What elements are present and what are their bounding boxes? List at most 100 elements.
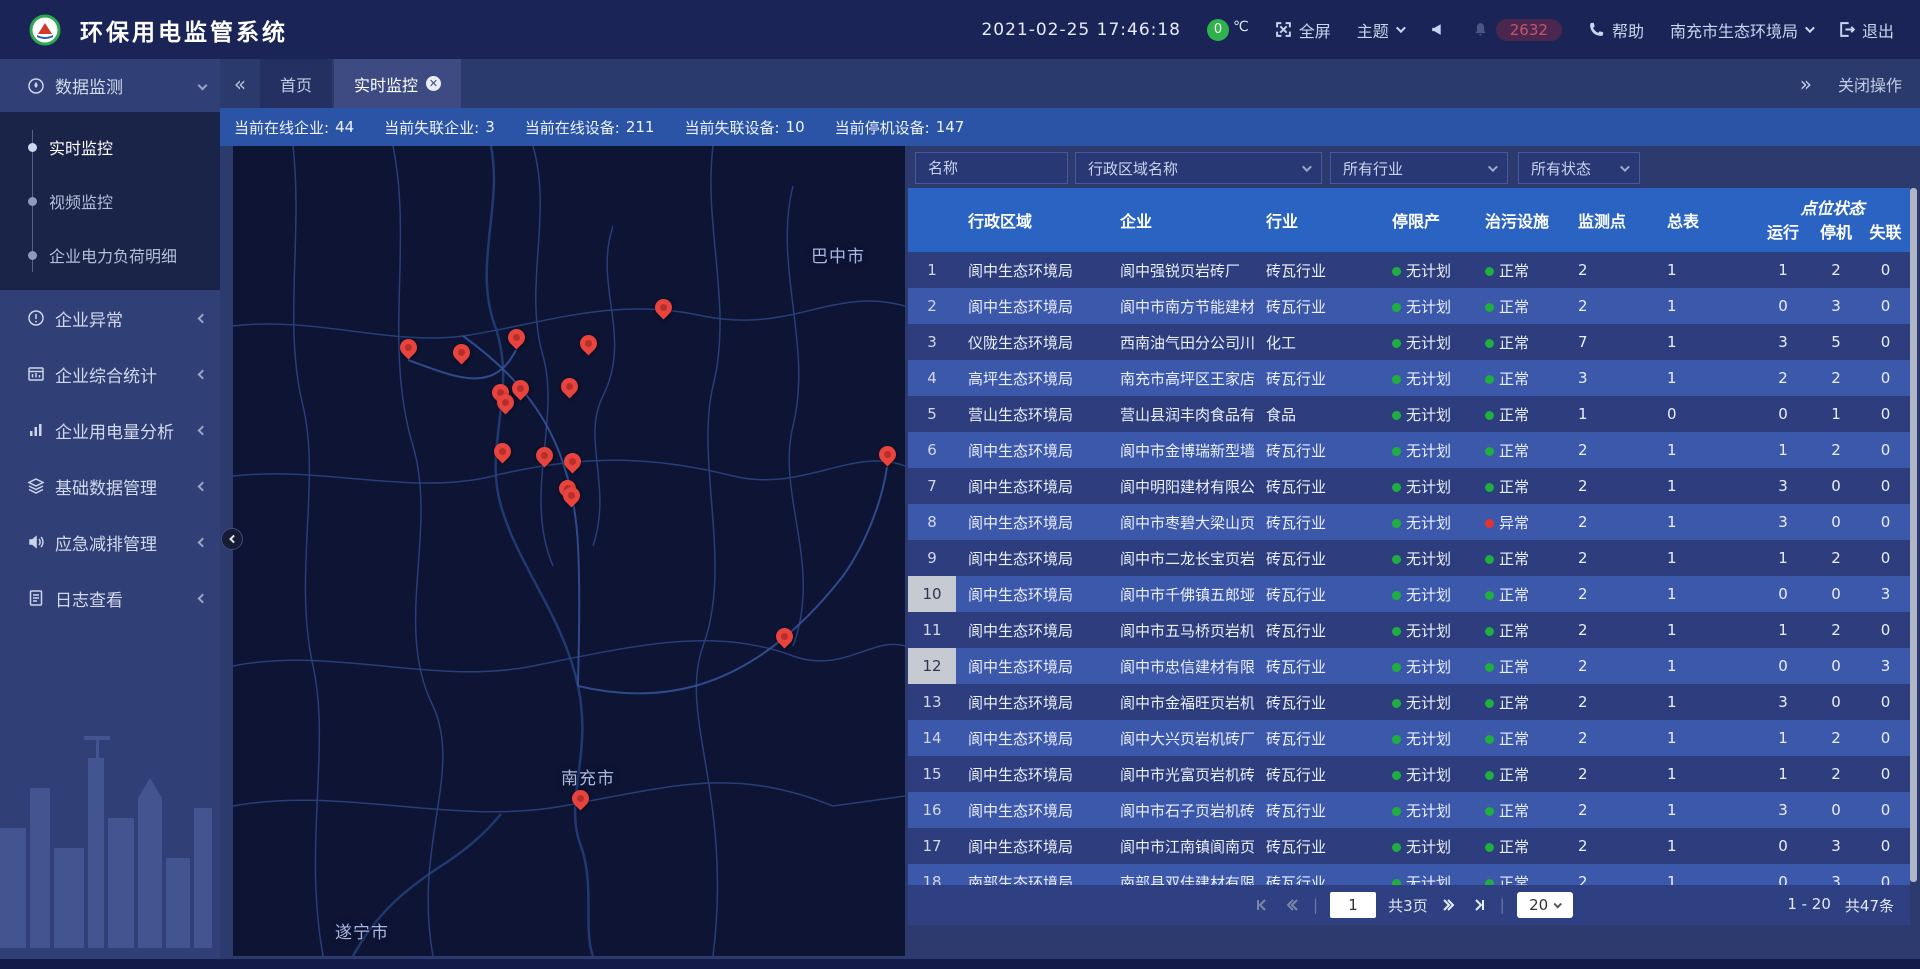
region-cell: 阆中生态环境局 — [968, 440, 1108, 461]
company-cell: 阆中大兴页岩机砖厂 — [1120, 728, 1254, 749]
table-row-13[interactable]: 13阆中生态环境局阆中市金福旺页岩机砖砖瓦行业无计划正常21300 — [908, 684, 1910, 720]
page-size-select[interactable]: 20 — [1517, 892, 1573, 918]
sidebar-group-4[interactable]: 基础数据管理 — [0, 458, 220, 514]
row-number-cell: 3 — [908, 324, 956, 360]
org-menu[interactable]: 南充市生态环境局 — [1670, 18, 1812, 42]
facility-label: 正常 — [1499, 370, 1529, 388]
status-green-dot-icon — [1392, 555, 1401, 564]
table-row-12[interactable]: 12阆中生态环境局阆中市忠信建材有限公砖瓦行业无计划正常21003 — [908, 648, 1910, 684]
fullscreen-button[interactable]: 全屏 — [1275, 18, 1331, 42]
column-header-stop: 停限产 — [1380, 188, 1473, 252]
sidebar-group-1[interactable]: 企业异常 — [0, 290, 220, 346]
status-green-dot-icon — [1392, 843, 1401, 852]
table-row-6[interactable]: 6阆中生态环境局阆中市金博瑞新型墙材砖瓦行业无计划正常21120 — [908, 432, 1910, 468]
region-cell: 阆中生态环境局 — [968, 728, 1108, 749]
run-cell: 1 — [1755, 621, 1811, 639]
name-search-input[interactable] — [928, 159, 1055, 177]
name-search-field[interactable] — [915, 152, 1068, 184]
region-select[interactable]: 行政区域名称 — [1075, 152, 1322, 184]
first-page-button[interactable] — [1253, 896, 1271, 914]
lost-cell: 0 — [1861, 837, 1910, 855]
lost-cell: 3 — [1861, 657, 1910, 675]
map-city-label: 遂宁市 — [335, 918, 389, 943]
run-cell: 3 — [1755, 693, 1811, 711]
table-row-15[interactable]: 15阆中生态环境局阆中市光富页岩机砖厂砖瓦行业无计划正常21120 — [908, 756, 1910, 792]
close-operations-button[interactable]: 关闭操作 — [1838, 72, 1902, 96]
halt-cell: 0 — [1811, 693, 1861, 711]
theme-menu[interactable]: 主题 — [1357, 18, 1403, 42]
table-row-3[interactable]: 3仪陇生态环境局西南油气田分公司川中化工无计划正常71350 — [908, 324, 1910, 360]
bar-chart-icon — [27, 421, 45, 439]
table-row-2[interactable]: 2阆中生态环境局阆中市南方节能建材有砖瓦行业无计划正常21030 — [908, 288, 1910, 324]
industry-cell: 砖瓦行业 — [1266, 800, 1380, 821]
sidebar-group-label: 企业异常 — [55, 306, 123, 331]
stop-label: 无计划 — [1406, 262, 1451, 280]
tab-close-icon[interactable]: ✕ — [426, 76, 441, 91]
map-panel[interactable]: 巴中市南充市遂宁市 — [233, 146, 905, 956]
timeline-dot-icon — [28, 197, 37, 206]
first-page-icon — [1254, 897, 1270, 913]
column-header-sub-1: 停机 — [1811, 219, 1861, 243]
table-row-14[interactable]: 14阆中生态环境局阆中大兴页岩机砖厂砖瓦行业无计划正常21120 — [908, 720, 1910, 756]
prev-page-button[interactable] — [1283, 896, 1301, 914]
table-row-7[interactable]: 7阆中生态环境局阆中明阳建材有限公司砖瓦行业无计划正常21300 — [908, 468, 1910, 504]
monitor-cell: 2 — [1578, 621, 1655, 639]
tab-home[interactable]: 首页 — [260, 59, 332, 108]
sidebar-item-0-2[interactable]: 企业电力负荷明细 — [0, 228, 220, 282]
facility-label: 正常 — [1499, 442, 1529, 460]
column-header-sub-0: 运行 — [1755, 219, 1811, 243]
lost-cell: 0 — [1861, 801, 1910, 819]
tabs-scroll-left-button[interactable]: « — [220, 59, 260, 108]
table-row-9[interactable]: 9阆中生态环境局阆中市二龙长宝页岩砖砖瓦行业无计划正常21120 — [908, 540, 1910, 576]
sidebar-group-0[interactable]: 数据监测 — [0, 59, 220, 112]
sidebar-group-2[interactable]: 企业综合统计 — [0, 346, 220, 402]
region-cell: 阆中生态环境局 — [968, 800, 1108, 821]
total-cell: 1 — [1667, 477, 1755, 495]
company-cell: 阆中强锐页岩砖厂 — [1120, 260, 1254, 281]
table-scrollbar[interactable] — [1910, 188, 1917, 882]
industry-cell: 砖瓦行业 — [1266, 368, 1380, 389]
status-select[interactable]: 所有状态 — [1518, 152, 1640, 184]
status-green-dot-icon — [1392, 411, 1401, 420]
alarm-badge[interactable]: 2632 — [1472, 19, 1562, 41]
sidebar-item-0-0[interactable]: 实时监控 — [0, 120, 220, 174]
facility-label: 正常 — [1499, 550, 1529, 568]
company-cell: 阆中市石子页岩机砖厂 — [1120, 800, 1254, 821]
industry-select[interactable]: 所有行业 — [1330, 152, 1508, 184]
table-row-8[interactable]: 8阆中生态环境局阆中市枣碧大梁山页岩砖瓦行业无计划异常21300 — [908, 504, 1910, 540]
status-green-dot-icon — [1392, 735, 1401, 744]
run-cell: 2 — [1755, 369, 1811, 387]
sidebar-item-0-1[interactable]: 视频监控 — [0, 174, 220, 228]
table-row-4[interactable]: 4高坪生态环境局南充市高坪区王家店建砖瓦行业无计划正常31220 — [908, 360, 1910, 396]
table-row-17[interactable]: 17阆中生态环境局阆中市江南镇阆南页岩砖瓦行业无计划正常21030 — [908, 828, 1910, 864]
halt-cell: 0 — [1811, 657, 1861, 675]
run-cell: 0 — [1755, 405, 1811, 423]
company-cell: 阆中市枣碧大梁山页岩 — [1120, 512, 1254, 533]
region-cell: 阆中生态环境局 — [968, 512, 1108, 533]
tab-realtime-monitor[interactable]: 实时监控 ✕ — [334, 59, 461, 108]
monitor-cell: 2 — [1578, 441, 1655, 459]
chevron-left-icon — [198, 425, 208, 435]
logout-button[interactable]: 退出 — [1838, 18, 1894, 42]
sidebar-group-3[interactable]: 企业用电量分析 — [0, 402, 220, 458]
lost-cell: 0 — [1861, 261, 1910, 279]
last-page-button[interactable] — [1470, 896, 1488, 914]
table-row-5[interactable]: 5营山生态环境局营山县润丰肉食品有限食品无计划正常10010 — [908, 396, 1910, 432]
table-row-1[interactable]: 1阆中生态环境局阆中强锐页岩砖厂砖瓦行业无计划正常21120 — [908, 252, 1910, 288]
stop-label: 无计划 — [1406, 586, 1451, 604]
page-number-input[interactable] — [1330, 892, 1376, 918]
tabs-scroll-right-button[interactable]: » — [1800, 72, 1812, 96]
tab-home-label: 首页 — [280, 72, 312, 96]
row-number-cell: 8 — [908, 504, 956, 540]
table-row-10[interactable]: 10阆中生态环境局阆中市千佛镇五郎垭页岩砖瓦行业无计划正常21003 — [908, 576, 1910, 612]
alarm-count-badge: 2632 — [1496, 19, 1562, 41]
map-collapse-button[interactable] — [221, 528, 243, 550]
mute-button[interactable] — [1429, 21, 1446, 38]
next-page-button[interactable] — [1440, 896, 1458, 914]
facility-cell: 正常 — [1485, 836, 1566, 857]
table-row-16[interactable]: 16阆中生态环境局阆中市石子页岩机砖厂砖瓦行业无计划正常21300 — [908, 792, 1910, 828]
sidebar-group-5[interactable]: 应急减排管理 — [0, 514, 220, 570]
company-cell: 阆中市二龙长宝页岩砖 — [1120, 548, 1254, 569]
help-button[interactable]: 帮助 — [1588, 18, 1644, 42]
table-row-11[interactable]: 11阆中生态环境局阆中市五马桥页岩机砖砖瓦行业无计划正常21120 — [908, 612, 1910, 648]
